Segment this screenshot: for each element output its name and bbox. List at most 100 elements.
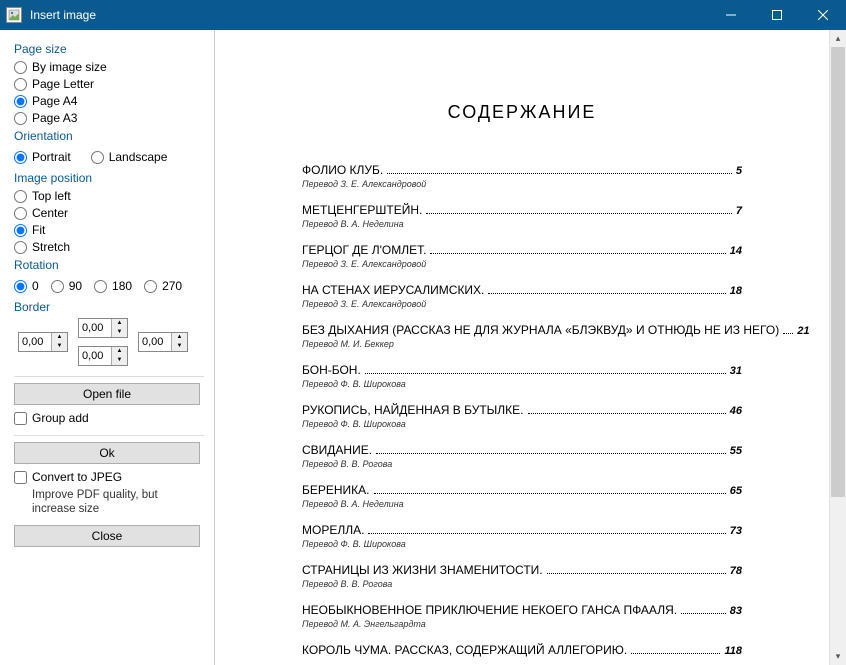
orientation-label: Orientation: [14, 129, 204, 143]
radio-center[interactable]: Center: [14, 206, 204, 220]
convert-jpeg-checkbox[interactable]: Convert to JPEG: [14, 470, 204, 484]
toc-name: НЕОБЫКНОВЕННОЕ ПРИКЛЮЧЕНИЕ НЕКОЕГО ГАНСА…: [302, 603, 677, 617]
toc-name: БЕЗ ДЫХАНИЯ (Рассказ не для журнала «Блэ…: [302, 323, 779, 337]
minimize-button[interactable]: [708, 0, 754, 30]
toc-entry: БЕЗ ДЫХАНИЯ (Рассказ не для журнала «Блэ…: [302, 323, 742, 349]
toc-page: 7: [736, 205, 742, 217]
toc-entry: НЕОБЫКНОВЕННОЕ ПРИКЛЮЧЕНИЕ НЕКОЕГО ГАНСА…: [302, 603, 742, 629]
toc-entry: СВИДАНИЕ.55Перевод В. В. Рогова: [302, 443, 742, 469]
titlebar: Insert image: [0, 0, 846, 30]
toc-entry: МЕТЦЕНГЕРШТЕЙН. 7 Перевод В. А. Неделина: [302, 203, 742, 229]
toc-page: 18: [730, 285, 742, 297]
sidebar: Page size By image size Page Letter Page…: [0, 30, 215, 665]
toc-sub: Перевод Ф. В. Широкова: [302, 419, 742, 429]
scroll-up-icon[interactable]: ▴: [830, 30, 846, 47]
rotation-label: Rotation: [14, 258, 204, 272]
toc-page: 83: [730, 605, 742, 617]
toc-sub: Перевод Ф. В. Широкова: [302, 379, 742, 389]
close-dialog-button[interactable]: Close: [14, 525, 200, 547]
preview-area: СОДЕРЖАНИЕ ФОЛИО КЛУБ. 5 Перевод З. Е. Але…: [215, 30, 846, 665]
window-title: Insert image: [30, 8, 708, 22]
toc-dots: [631, 653, 720, 654]
toc-dots: [365, 373, 726, 374]
toc-entry: ГЕРЦОГ ДЕ Л'ОМЛЕТ.14Перевод З. Е. Алекса…: [302, 243, 742, 269]
radio-rot-90[interactable]: 90: [51, 279, 82, 293]
toc-entry: СТРАНИЦЫ ИЗ ЖИЗНИ ЗНАМЕНИТОСТИ. 78 Перевод…: [302, 563, 742, 589]
convert-jpeg-sub: Improve PDF quality, but increase size: [32, 488, 204, 517]
border-bottom-spinner[interactable]: ▲▼: [78, 346, 128, 366]
page-size-label: Page size: [14, 42, 204, 56]
radio-fit[interactable]: Fit: [14, 223, 204, 237]
radio-page-letter[interactable]: Page Letter: [14, 77, 204, 91]
border-left-spinner[interactable]: ▲▼: [18, 332, 68, 352]
toc-sub: Перевод В. А. Неделина: [302, 499, 742, 509]
maximize-button[interactable]: [754, 0, 800, 30]
ok-button[interactable]: Ok: [14, 442, 200, 464]
toc-dots: [783, 333, 793, 334]
toc-name: СТРАНИЦЫ ИЗ ЖИЗНИ ЗНАМЕНИТОСТИ.: [302, 563, 543, 577]
toc-sub: Перевод З. Е. Александровой: [302, 259, 742, 269]
app-icon: [6, 7, 22, 23]
toc-name: МОРЕЛЛА.: [302, 523, 364, 537]
radio-stretch[interactable]: Stretch: [14, 240, 204, 254]
radio-portrait[interactable]: Portrait: [14, 150, 71, 164]
image-position-label: Image position: [14, 171, 204, 185]
radio-by-image-size[interactable]: By image size: [14, 60, 204, 74]
toc-name: РУКОПИСЬ, НАЙДЕННАЯ В БУТЫЛКЕ.: [302, 403, 524, 417]
radio-page-a3[interactable]: Page A3: [14, 111, 204, 125]
toc-page: 5: [736, 165, 742, 177]
toc-name: ФОЛИО КЛУБ.: [302, 163, 383, 177]
radio-rot-180[interactable]: 180: [94, 279, 132, 293]
toc-dots: [426, 213, 732, 214]
toc-page: 65: [730, 485, 742, 497]
vertical-scrollbar[interactable]: ▴ ▾: [829, 30, 846, 665]
toc-sub: Перевод М. А. Энгельгардта: [302, 619, 742, 629]
scroll-thumb[interactable]: [831, 47, 845, 497]
toc-name: МЕТЦЕНГЕРШТЕЙН.: [302, 203, 422, 217]
toc-name: НА СТЕНАХ ИЕРУСАЛИМСКИХ.: [302, 283, 484, 297]
toc-dots: [368, 533, 725, 534]
toc-dots: [430, 253, 725, 254]
radio-landscape[interactable]: Landscape: [91, 150, 168, 164]
toc-sub: Перевод М. И. Беккер: [302, 339, 742, 349]
scroll-down-icon[interactable]: ▾: [830, 648, 846, 665]
radio-rot-0[interactable]: 0: [14, 279, 39, 293]
toc-page: 73: [730, 525, 742, 537]
toc-sub: Перевод В. А. Неделина: [302, 219, 742, 229]
group-add-checkbox[interactable]: Group add: [14, 411, 204, 425]
open-file-button[interactable]: Open file: [14, 383, 200, 405]
toc-entry: ФОЛИО КЛУБ. 5 Перевод З. Е. Александровой: [302, 163, 742, 189]
toc-page: 46: [730, 405, 742, 417]
toc-dots: [376, 453, 726, 454]
document-page: СОДЕРЖАНИЕ ФОЛИО КЛУБ. 5 Перевод З. Е. Але…: [262, 42, 782, 665]
toc-page: 55: [730, 445, 742, 457]
toc-name: ГЕРЦОГ ДЕ Л'ОМЛЕТ.: [302, 243, 426, 257]
toc-page: 118: [724, 645, 742, 657]
toc-entry: БОН-БОН.31Перевод Ф. В. Широкова: [302, 363, 742, 389]
toc-name: БЕРЕНИКА.: [302, 483, 370, 497]
toc-dots: [547, 573, 726, 574]
radio-rot-270[interactable]: 270: [144, 279, 182, 293]
toc-sub: Перевод В. В. Рогова: [302, 459, 742, 469]
toc-sub: Перевод З. Е. Александровой: [302, 179, 742, 189]
border-right-spinner[interactable]: ▲▼: [138, 332, 188, 352]
radio-page-a4[interactable]: Page A4: [14, 94, 204, 108]
toc-page: 21: [797, 325, 809, 337]
toc-sub: Перевод В. В. Рогова: [302, 579, 742, 589]
toc-sub: Перевод Ф. В. Широкова: [302, 539, 742, 549]
toc-entry: МОРЕЛЛА. 73 Перевод Ф. В. Широкова: [302, 523, 742, 549]
toc-entry: НА СТЕНАХ ИЕРУСАЛИМСКИХ. 18 Перевод З. Е. …: [302, 283, 742, 309]
toc-list: ФОЛИО КЛУБ. 5 Перевод З. Е. Александровой М…: [302, 163, 742, 657]
border-top-spinner[interactable]: ▲▼: [78, 318, 128, 338]
radio-top-left[interactable]: Top left: [14, 189, 204, 203]
close-button[interactable]: [800, 0, 846, 30]
toc-entry: БЕРЕНИКА. 65 Перевод В. А. Неделина: [302, 483, 742, 509]
toc-entry: КОРОЛЬ ЧУМА. Рассказ, содержащий аллегор…: [302, 643, 742, 657]
toc-name: БОН-БОН.: [302, 363, 361, 377]
toc-sub: Перевод З. Е. Александровой: [302, 299, 742, 309]
toc-dots: [374, 493, 726, 494]
border-label: Border: [14, 300, 204, 314]
page-title: СОДЕРЖАНИЕ: [302, 102, 742, 123]
toc-page: 78: [730, 565, 742, 577]
toc-entry: РУКОПИСЬ, НАЙДЕННАЯ В БУТЫЛКЕ. 46 Перевод …: [302, 403, 742, 429]
